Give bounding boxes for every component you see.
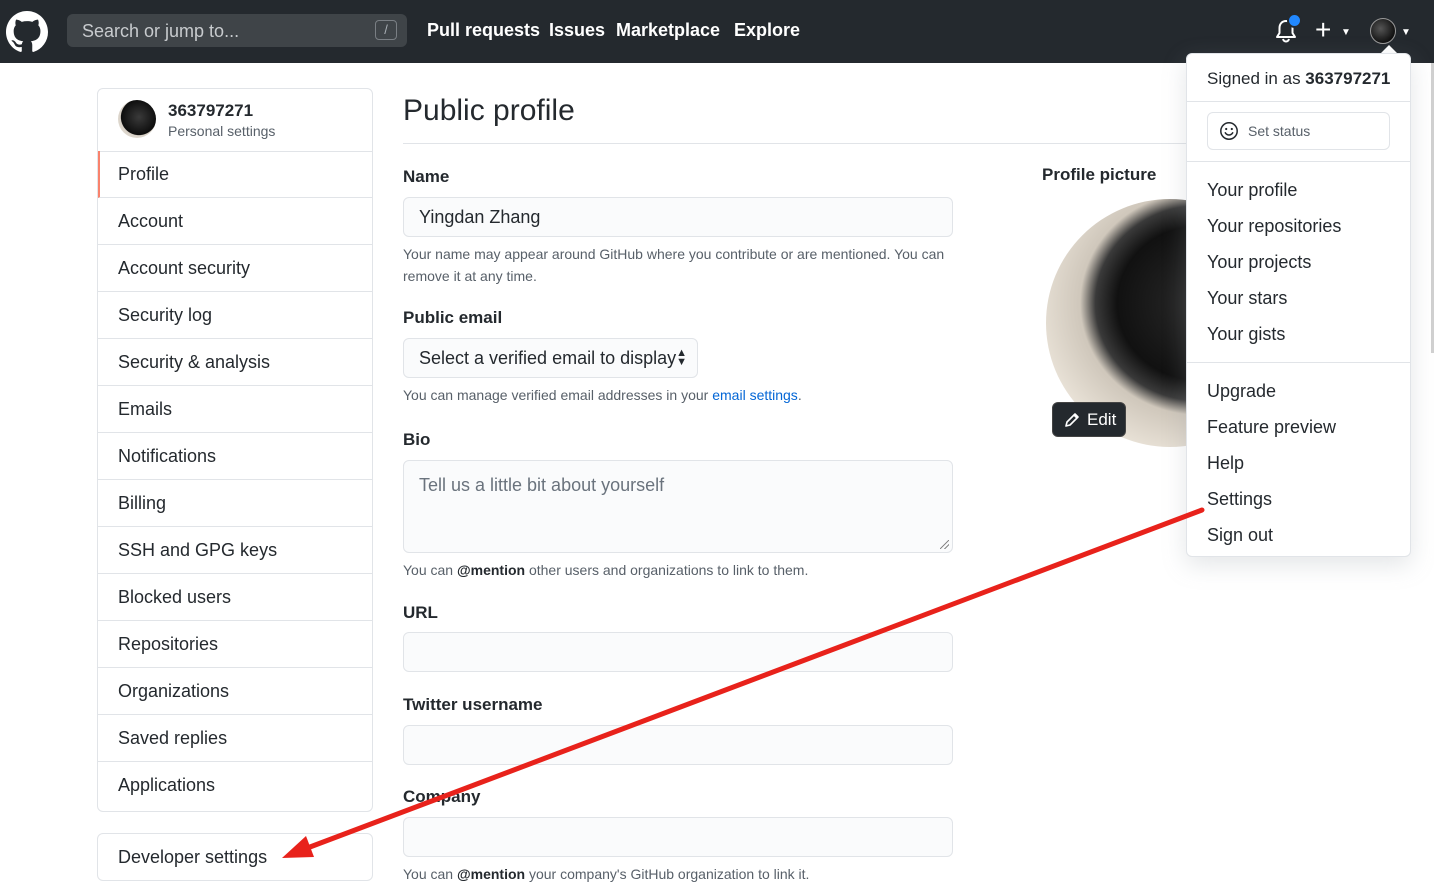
menu-your-gists[interactable]: Your gists <box>1207 324 1285 345</box>
menu-your-stars[interactable]: Your stars <box>1207 288 1287 309</box>
nav-marketplace[interactable]: Marketplace <box>616 20 720 41</box>
company-mention: @mention <box>456 866 526 882</box>
name-note: Your name may appear around GitHub where… <box>403 246 945 284</box>
twitter-label: Twitter username <box>403 695 543 714</box>
nav-issues[interactable]: Issues <box>549 20 605 41</box>
company-label: Company <box>403 787 481 806</box>
profile-picture-label: Profile picture <box>1042 165 1157 184</box>
url-label: URL <box>403 603 438 622</box>
email-settings-link[interactable]: email settings <box>712 387 798 403</box>
sidebar-item-applications[interactable]: Applications <box>98 762 372 809</box>
name-label: Name <box>403 167 450 186</box>
resize-handle[interactable] <box>940 540 949 549</box>
name-input[interactable]: Yingdan Zhang <box>403 197 953 237</box>
bio-label: Bio <box>403 430 431 449</box>
sidebar-item-emails[interactable]: Emails <box>98 386 372 433</box>
sidebar-item-blocked-users[interactable]: Blocked users <box>98 574 372 621</box>
select-arrows-icon: ▲ ▼ <box>676 347 687 368</box>
nav-explore[interactable]: Explore <box>734 20 800 41</box>
bio-textarea[interactable]: Tell us a little bit about yourself <box>403 460 953 553</box>
sidebar-item-organizations[interactable]: Organizations <box>98 668 372 715</box>
nav-pull-requests[interactable]: Pull requests <box>427 20 540 41</box>
menu-settings[interactable]: Settings <box>1207 489 1272 510</box>
divider <box>1187 161 1410 162</box>
search-shortcut-key: / <box>375 20 397 40</box>
signed-in-as: Signed in as 363797271 <box>1207 69 1390 89</box>
public-email-note-text: You can manage verified email addresses … <box>403 387 713 403</box>
sidebar-item-account[interactable]: Account <box>98 198 372 245</box>
sidebar-item-security-log[interactable]: Security log <box>98 292 372 339</box>
developer-settings-link[interactable]: Developer settings <box>97 833 373 881</box>
title-divider <box>403 143 1193 144</box>
menu-feature-preview[interactable]: Feature preview <box>1207 417 1336 438</box>
url-input[interactable] <box>403 632 953 672</box>
avatar <box>118 100 156 138</box>
set-status-button[interactable]: Set status <box>1207 112 1390 150</box>
bio-note: You can @mention other users and organiz… <box>403 559 808 581</box>
caret-down-icon[interactable]: ▼ <box>1341 27 1351 38</box>
company-note-end: your company's GitHub organization to li… <box>525 866 810 882</box>
search-input[interactable]: Search or jump to... / <box>67 14 407 47</box>
sidebar-item-repositories[interactable]: Repositories <box>98 621 372 668</box>
bio-placeholder: Tell us a little bit about yourself <box>419 475 665 495</box>
sidebar-item-ssh-gpg-keys[interactable]: SSH and GPG keys <box>98 527 372 574</box>
menu-sign-out[interactable]: Sign out <box>1207 525 1273 546</box>
edit-label: Edit <box>1087 410 1117 429</box>
github-logo-icon[interactable] <box>6 11 48 53</box>
caret-down-icon[interactable]: ▼ <box>1401 27 1411 38</box>
public-email-note: You can manage verified email addresses … <box>403 384 802 406</box>
plus-icon[interactable]: + <box>1315 15 1331 45</box>
search-placeholder: Search or jump to... <box>82 21 240 41</box>
user-dropdown-menu: Signed in as 363797271 Set status Your p… <box>1186 53 1411 557</box>
menu-your-repositories[interactable]: Your repositories <box>1207 216 1341 237</box>
set-status-label: Set status <box>1248 123 1311 139</box>
settings-sidebar: 363797271 Personal settings Profile Acco… <box>97 88 373 812</box>
sidebar-username: 363797271 <box>168 101 254 120</box>
sidebar-item-account-security[interactable]: Account security <box>98 245 372 292</box>
menu-upgrade[interactable]: Upgrade <box>1207 381 1276 402</box>
smiley-icon <box>1220 122 1238 140</box>
signed-in-username: 363797271 <box>1305 69 1391 88</box>
page-title: Public profile <box>403 94 575 127</box>
user-avatar-menu[interactable] <box>1370 18 1396 44</box>
sidebar-item-billing[interactable]: Billing <box>98 480 372 527</box>
sidebar-item-profile[interactable]: Profile <box>98 151 372 198</box>
company-note-text: You can <box>403 866 457 882</box>
company-input[interactable] <box>403 817 953 857</box>
menu-help[interactable]: Help <box>1207 453 1244 474</box>
sidebar-subtitle: Personal settings <box>168 123 276 139</box>
bio-note-end: other users and organizations to link to… <box>525 562 809 578</box>
public-email-note-end: . <box>797 387 802 403</box>
pencil-icon <box>1065 413 1079 427</box>
sidebar-item-saved-replies[interactable]: Saved replies <box>98 715 372 762</box>
divider <box>1187 362 1410 363</box>
edit-picture-button[interactable]: Edit <box>1052 402 1126 437</box>
public-email-selected: Select a verified email to display <box>419 348 677 368</box>
public-email-label: Public email <box>403 308 503 327</box>
twitter-input[interactable] <box>403 725 953 765</box>
public-email-select[interactable]: Select a verified email to display ▲ ▼ <box>403 338 698 378</box>
signed-in-prefix: Signed in as <box>1207 69 1306 88</box>
divider <box>1187 101 1410 102</box>
sidebar-item-notifications[interactable]: Notifications <box>98 433 372 480</box>
company-note: You can @mention your company's GitHub o… <box>403 863 809 885</box>
menu-your-profile[interactable]: Your profile <box>1207 180 1297 201</box>
notification-indicator <box>1287 13 1302 28</box>
sidebar-item-security-analysis[interactable]: Security & analysis <box>98 339 372 386</box>
sidebar-header: 363797271 Personal settings <box>98 89 372 152</box>
bio-mention: @mention <box>456 562 526 578</box>
bio-note-text: You can <box>403 562 457 578</box>
menu-your-projects[interactable]: Your projects <box>1207 252 1311 273</box>
